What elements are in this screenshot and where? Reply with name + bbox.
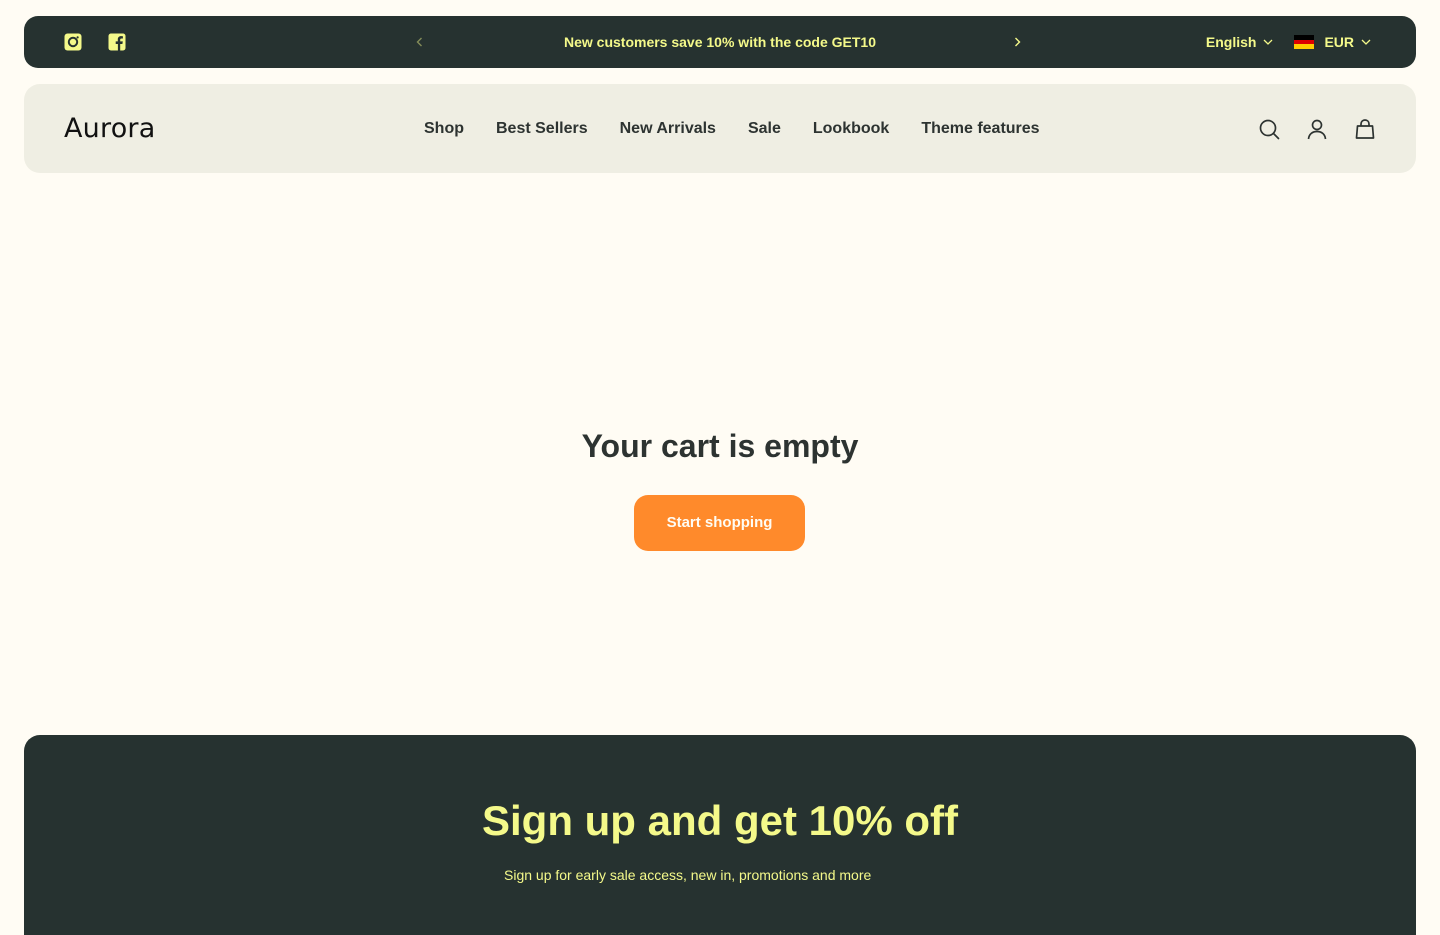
nav-item-sale[interactable]: Sale [748, 120, 781, 138]
start-shopping-button[interactable]: Start shopping [634, 495, 805, 551]
header-actions [1258, 84, 1376, 173]
nav-item-lookbook[interactable]: Lookbook [813, 120, 889, 138]
announcement-prev-button[interactable] [414, 16, 426, 68]
main-nav: Shop Best Sellers New Arrivals Sale Look… [424, 84, 1040, 173]
newsletter-subtitle: Sign up for early sale access, new in, p… [504, 867, 872, 883]
germany-flag-icon [1294, 35, 1315, 50]
instagram-icon[interactable] [64, 33, 82, 51]
account-icon[interactable] [1306, 118, 1328, 140]
store-logo[interactable]: Aurora [64, 84, 155, 173]
empty-cart-title: Your cart is empty [581, 428, 859, 464]
currency-selector[interactable]: EUR [1294, 34, 1372, 50]
cart-icon[interactable] [1354, 118, 1376, 140]
chevron-left-icon [416, 37, 422, 47]
announcement-bar: New customers save 10% with the code GET… [24, 16, 1416, 68]
chevron-down-icon [1361, 39, 1371, 45]
search-icon[interactable] [1258, 118, 1280, 140]
currency-label: EUR [1324, 34, 1354, 50]
locale-selectors: English EUR [1206, 16, 1372, 68]
language-label: English [1205, 34, 1257, 50]
language-selector[interactable]: English [1206, 34, 1275, 50]
announcement-next-button[interactable] [1011, 16, 1023, 68]
nav-item-theme-features[interactable]: Theme features [921, 120, 1039, 138]
nav-item-shop[interactable]: Shop [424, 120, 464, 138]
facebook-icon[interactable] [108, 33, 126, 51]
nav-item-new-arrivals[interactable]: New Arrivals [620, 120, 716, 138]
newsletter-title: Sign up and get 10% off [481, 797, 958, 844]
nav-item-best-sellers[interactable]: Best Sellers [496, 120, 588, 138]
chevron-right-icon [1015, 37, 1021, 47]
chevron-down-icon [1263, 39, 1273, 45]
site-header: Aurora Shop Best Sellers New Arrivals Sa… [24, 84, 1416, 173]
social-links [64, 16, 126, 68]
newsletter-section: Sign up and get 10% off Sign up for earl… [24, 735, 1416, 935]
